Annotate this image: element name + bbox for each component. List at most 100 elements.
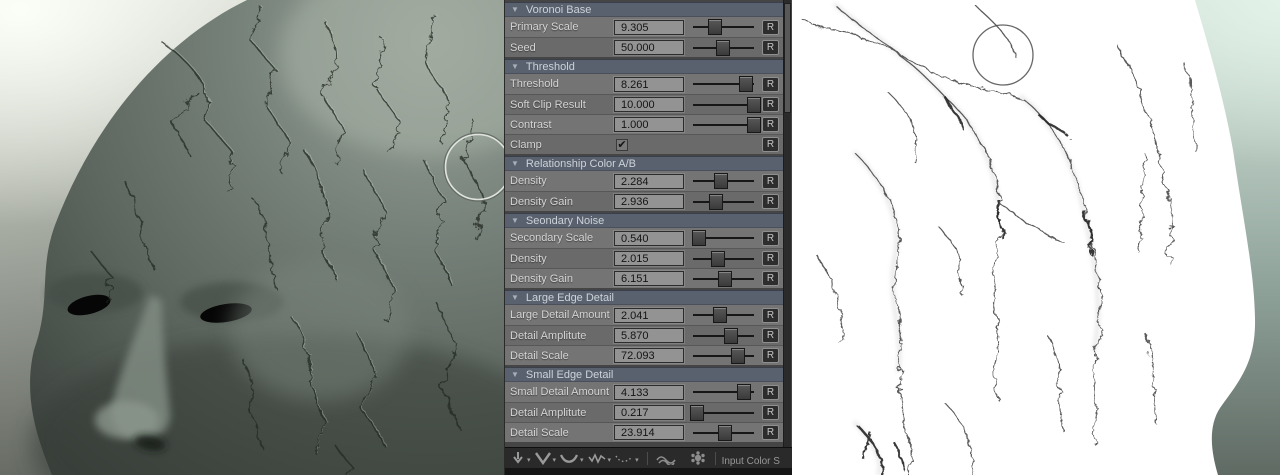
stamp-gear-icon[interactable] (688, 450, 708, 466)
section-header[interactable]: ▼ Seondary Noise (505, 213, 783, 228)
param-value-field[interactable]: 8.261 (614, 77, 684, 92)
param-slider[interactable] (691, 171, 756, 191)
reset-button[interactable]: R (762, 117, 779, 132)
collapse-triangle-icon[interactable]: ▼ (511, 294, 519, 302)
slider-handle[interactable] (718, 271, 732, 287)
param-value-field[interactable]: 2.936 (614, 194, 684, 209)
param-slider[interactable] (691, 115, 756, 134)
chevron-down-icon[interactable]: ▾ (527, 456, 531, 464)
slider-handle[interactable] (739, 76, 753, 92)
section-header[interactable]: ▼ Voronoi Base (505, 2, 783, 17)
scrollbar-thumb[interactable] (784, 3, 791, 113)
slider-handle[interactable] (708, 19, 722, 35)
slider-handle[interactable] (724, 328, 738, 344)
collapse-triangle-icon[interactable]: ▼ (511, 160, 519, 168)
reset-button[interactable]: R (762, 405, 779, 420)
reset-button[interactable]: R (762, 194, 779, 209)
slider-handle[interactable] (713, 307, 727, 323)
param-slider[interactable] (691, 192, 756, 211)
reset-button[interactable]: R (762, 137, 779, 152)
param-value-field[interactable]: 0.217 (614, 405, 684, 420)
slider-handle[interactable] (714, 173, 728, 189)
stamp-wave-icon[interactable] (655, 451, 677, 465)
param-slider[interactable] (691, 305, 756, 325)
param-slider[interactable] (691, 269, 756, 288)
reset-button[interactable]: R (762, 308, 779, 323)
collapse-triangle-icon[interactable]: ▼ (511, 6, 519, 14)
falloff-v-icon[interactable] (534, 451, 552, 465)
param-value-field[interactable]: 10.000 (614, 97, 684, 112)
reset-button[interactable]: R (762, 348, 779, 363)
param-value-field[interactable]: 50.000 (614, 40, 684, 55)
collapse-triangle-icon[interactable]: ▼ (511, 371, 519, 379)
collapse-triangle-icon[interactable]: ▼ (511, 63, 519, 71)
param-label: Threshold (505, 78, 614, 90)
falloff-steep-icon[interactable] (510, 451, 526, 465)
slider-handle[interactable] (709, 194, 723, 210)
reset-button[interactable]: R (762, 77, 779, 92)
reset-button[interactable]: R (762, 174, 779, 189)
param-value-field[interactable]: 2.015 (614, 251, 684, 266)
slider-handle[interactable] (747, 117, 761, 133)
param-value-field[interactable]: 9.305 (614, 20, 684, 35)
falloff-rough-icon[interactable] (587, 451, 607, 465)
falloff-dotted-icon[interactable] (614, 451, 634, 465)
slider-handle[interactable] (731, 348, 745, 364)
slider-handle[interactable] (690, 405, 704, 421)
param-slider[interactable] (691, 382, 756, 402)
param-slider[interactable] (691, 249, 756, 268)
mask-viewport[interactable] (792, 0, 1280, 475)
slider-handle[interactable] (737, 384, 751, 400)
clamp-checkbox[interactable]: ✔ (616, 139, 628, 151)
panel-scrollbar[interactable] (783, 0, 791, 447)
param-slider[interactable] (691, 17, 756, 37)
param-slider[interactable] (691, 326, 756, 345)
reset-button[interactable]: R (762, 231, 779, 246)
param-value-field[interactable]: 4.133 (614, 385, 684, 400)
slider-handle[interactable] (711, 251, 725, 267)
param-row: Primary Scale 9.305 R (505, 17, 783, 37)
param-row: Threshold 8.261 R (505, 74, 783, 94)
chevron-down-icon[interactable]: ▾ (608, 456, 612, 464)
falloff-smooth-icon[interactable] (559, 451, 579, 465)
slider-handle[interactable] (716, 40, 730, 56)
section-header[interactable]: ▼ Large Edge Detail (505, 290, 783, 305)
reset-button[interactable]: R (762, 328, 779, 343)
reset-button[interactable]: R (762, 271, 779, 286)
section-header[interactable]: ▼ Relationship Color A/B (505, 156, 783, 171)
param-value-field[interactable]: 2.041 (614, 308, 684, 323)
param-row: Large Detail Amount 2.041 R (505, 305, 783, 325)
param-value-field[interactable]: 5.870 (614, 328, 684, 343)
param-slider[interactable] (691, 346, 756, 365)
reset-button[interactable]: R (762, 425, 779, 440)
slider-handle[interactable] (692, 230, 706, 246)
chevron-down-icon[interactable]: ▾ (580, 456, 584, 464)
param-value-field[interactable]: 72.093 (614, 348, 684, 363)
param-value-field[interactable]: 2.284 (614, 174, 684, 189)
chevron-down-icon[interactable]: ▾ (553, 456, 557, 464)
param-slider[interactable] (691, 38, 756, 57)
section-header[interactable]: ▼ Small Edge Detail (505, 367, 783, 382)
param-slider[interactable] (691, 228, 756, 248)
reset-button[interactable]: R (762, 40, 779, 55)
reset-button[interactable]: R (762, 251, 779, 266)
param-value-field[interactable]: 23.914 (614, 425, 684, 440)
reset-button[interactable]: R (762, 385, 779, 400)
falloff-toolbar: ▾ ▾ ▾ ▾ ▾ (505, 447, 792, 468)
param-slider[interactable] (691, 423, 756, 442)
sculpt-viewport[interactable] (0, 0, 504, 475)
section-header[interactable]: ▼ Threshold (505, 59, 783, 74)
param-value-field[interactable]: 6.151 (614, 271, 684, 286)
reset-button[interactable]: R (762, 97, 779, 112)
chevron-down-icon[interactable]: ▾ (635, 456, 639, 464)
param-value-field[interactable]: 1.000 (614, 117, 684, 132)
param-slider[interactable] (691, 74, 756, 94)
section-title: Voronoi Base (526, 4, 591, 16)
slider-handle[interactable] (718, 425, 732, 441)
collapse-triangle-icon[interactable]: ▼ (511, 217, 519, 225)
param-slider[interactable] (691, 95, 756, 114)
param-slider[interactable] (691, 403, 756, 422)
reset-button[interactable]: R (762, 20, 779, 35)
slider-handle[interactable] (747, 97, 761, 113)
param-value-field[interactable]: 0.540 (614, 231, 684, 246)
